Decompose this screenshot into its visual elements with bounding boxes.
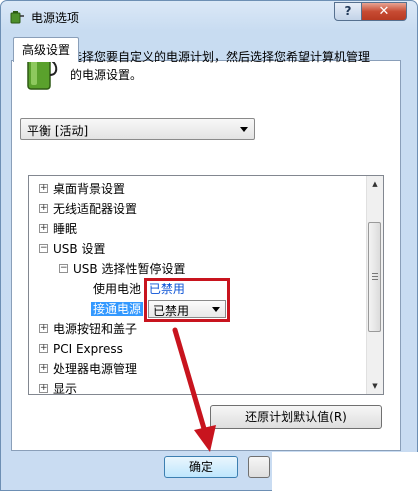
collapse-icon[interactable]: − [39,244,48,253]
expand-icon[interactable]: + [39,384,48,393]
scroll-up-icon[interactable]: ▲ [368,176,382,192]
description-text: 选择您要自定义的电源计划，然后选择您希望计算机管理的电源设置。 [70,50,371,82]
grip-line [372,276,378,277]
grip-line [372,279,378,280]
expand-icon[interactable]: + [39,224,48,233]
window-title: 电源选项 [31,11,80,25]
tab-advanced-settings[interactable]: 高级设置 [13,37,79,62]
tree-item-label: USB 设置 [53,242,106,256]
title-bar[interactable]: 电源选项 ? ✕ [1,1,417,31]
help-button[interactable]: ? [334,2,362,21]
chevron-down-icon [240,127,248,132]
tree-item-label: USB 选择性暂停设置 [73,262,186,276]
tree-item-label: 处理器电源管理 [53,362,138,376]
cropped-area [272,452,418,491]
tree-item-label: PCI Express [53,342,123,356]
plan-dropdown[interactable]: 平衡 [活动] [20,118,255,140]
plan-dropdown-value: 平衡 [活动] [27,124,89,138]
tree-item-label: 睡眠 [53,222,78,236]
tree-item-label: 桌面背景设置 [53,182,126,196]
expand-icon[interactable]: + [39,344,48,353]
scroll-down-icon[interactable]: ▼ [368,378,382,394]
tree-item-label: 显示 [53,382,78,395]
expand-icon[interactable]: + [39,184,48,193]
annotation-highlight-box [144,278,230,322]
power-options-icon [10,11,24,24]
tree-item-label: 无线适配器设置 [53,202,138,216]
expand-icon[interactable]: + [39,204,48,213]
expand-icon[interactable]: + [39,364,48,373]
expand-icon[interactable]: + [39,324,48,333]
close-button[interactable]: ✕ [361,2,407,21]
restore-defaults-button[interactable]: 还原计划默认值(R) [210,405,382,429]
vertical-scrollbar[interactable]: ▲ ▼ [366,176,383,394]
ok-button[interactable]: 确定 [164,456,238,478]
tree-item-label: 接通电源 [91,302,144,316]
cancel-button[interactable] [248,456,270,478]
tree-item-label: 使用电池 [93,282,142,296]
tree-item-plugged-in[interactable]: 接通电源 [91,300,144,318]
tree-item-label: 电源按钮和盖子 [53,322,138,336]
grip-line [372,273,378,274]
collapse-icon[interactable]: − [59,264,68,273]
scroll-thumb[interactable] [368,222,381,332]
